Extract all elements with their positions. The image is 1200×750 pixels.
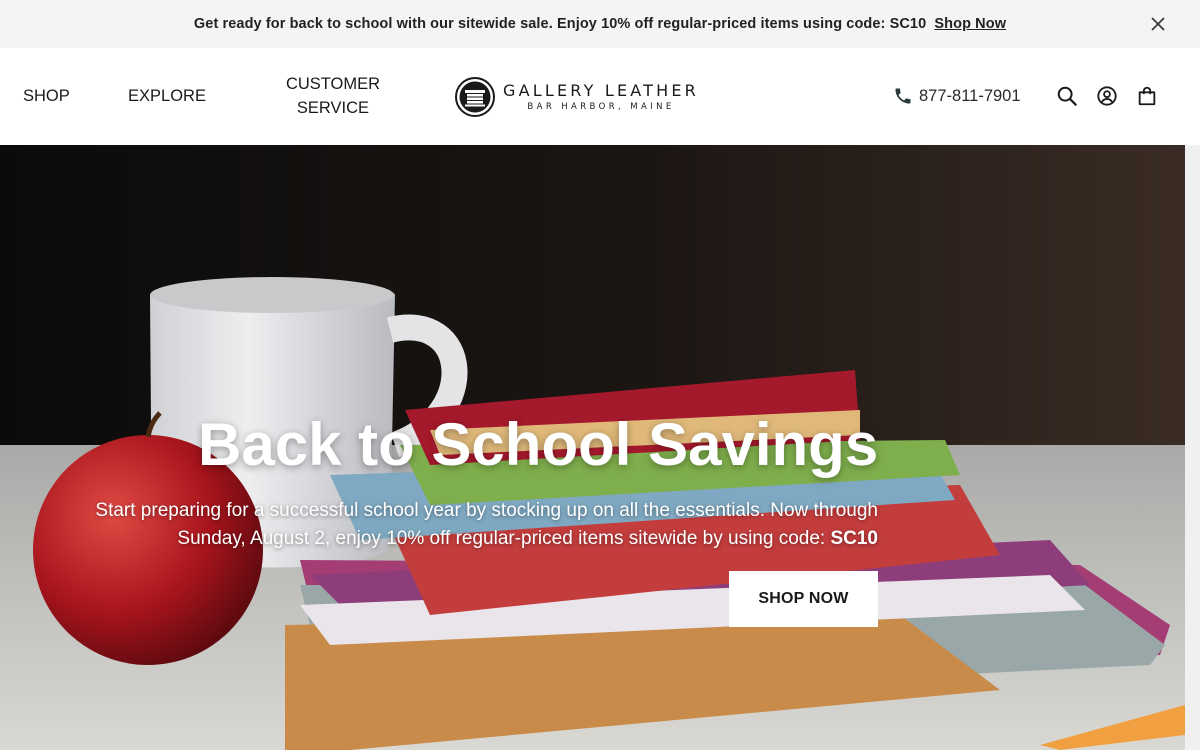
nav-customer-service[interactable]: CUSTOMER SERVICE (272, 72, 394, 120)
logo-wordmark: GALLERY LEATHER BAR HARBOR, MAINE (503, 80, 699, 113)
hero-description-line2: Sunday, August 2, enjoy 10% off regular-… (38, 525, 878, 553)
logo-name: GALLERY LEATHER (503, 80, 699, 100)
hero-promo-code: SC10 (830, 528, 878, 549)
nav-customer-service-line2: SERVICE (296, 99, 370, 117)
phone-icon (895, 88, 911, 104)
announcement-text: Get ready for back to school with our si… (193, 16, 927, 32)
hero-description-line2-text: Sunday, August 2, enjoy 10% off regular-… (177, 528, 826, 549)
nav-explore[interactable]: EXPLORE (128, 84, 206, 108)
hero-description-line1: Start preparing for a successful school … (95, 500, 878, 521)
logo-location: BAR HARBOR, MAINE (527, 101, 675, 112)
hero-title: Back to School Savings (198, 411, 879, 478)
page-scrollbar[interactable] (1185, 145, 1200, 750)
search-icon[interactable] (1056, 85, 1078, 107)
phone-number: 877-811-7901 (919, 86, 1021, 105)
site-logo[interactable]: GALLERY LEATHER BAR HARBOR, MAINE (455, 77, 699, 117)
nav-shop[interactable]: SHOP (23, 84, 70, 108)
logo-emblem-icon (455, 77, 495, 117)
hero-description: Start preparing for a successful school … (38, 497, 878, 553)
site-header: SHOP EXPLORE CUSTOMER SERVICE GALLERY LE… (0, 48, 1200, 145)
nav-customer-service-line1: CUSTOMER (285, 75, 381, 93)
announcement-shop-now-link[interactable]: Shop Now (934, 16, 1006, 32)
phone-link[interactable]: 877-811-7901 (893, 86, 1021, 106)
announcement-bar: Get ready for back to school with our si… (0, 0, 1200, 48)
hero-banner: Back to School Savings Start preparing f… (0, 145, 1185, 750)
shop-now-button[interactable]: SHOP NOW (729, 571, 878, 627)
account-icon[interactable] (1096, 85, 1118, 107)
shopping-bag-icon[interactable] (1136, 85, 1158, 107)
announcement-message: Get ready for back to school with our si… (194, 16, 1006, 32)
close-icon[interactable] (1150, 16, 1166, 32)
